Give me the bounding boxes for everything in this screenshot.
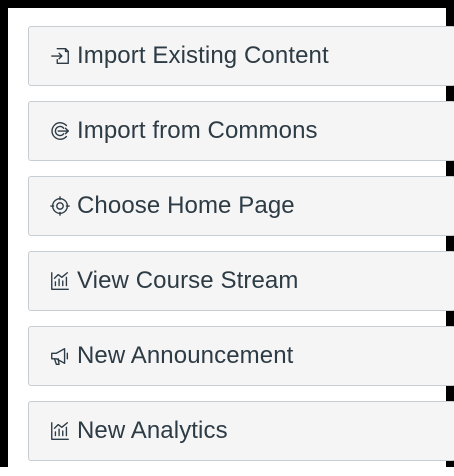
import-from-commons-button[interactable]: Import from Commons [28, 101, 454, 161]
target-icon [47, 193, 73, 219]
import-from-commons-label: Import from Commons [77, 117, 318, 144]
course-actions-list: Import Existing Content Import from Comm… [28, 26, 454, 476]
import-icon [47, 43, 73, 69]
new-analytics-button[interactable]: New Analytics [28, 401, 454, 461]
new-analytics-label: New Analytics [77, 417, 228, 444]
commons-icon [47, 118, 73, 144]
new-announcement-button[interactable]: New Announcement [28, 326, 454, 386]
analytics-icon [47, 418, 73, 444]
sidebar-frame: Import Existing Content Import from Comm… [0, 0, 454, 467]
choose-home-page-button[interactable]: Choose Home Page [28, 176, 454, 236]
view-course-stream-button[interactable]: View Course Stream [28, 251, 454, 311]
import-existing-content-label: Import Existing Content [77, 42, 329, 69]
import-existing-content-button[interactable]: Import Existing Content [28, 26, 454, 86]
view-course-stream-label: View Course Stream [77, 267, 299, 294]
announcement-icon [47, 343, 73, 369]
choose-home-page-label: Choose Home Page [77, 192, 295, 219]
new-announcement-label: New Announcement [77, 342, 294, 369]
stream-icon [47, 268, 73, 294]
